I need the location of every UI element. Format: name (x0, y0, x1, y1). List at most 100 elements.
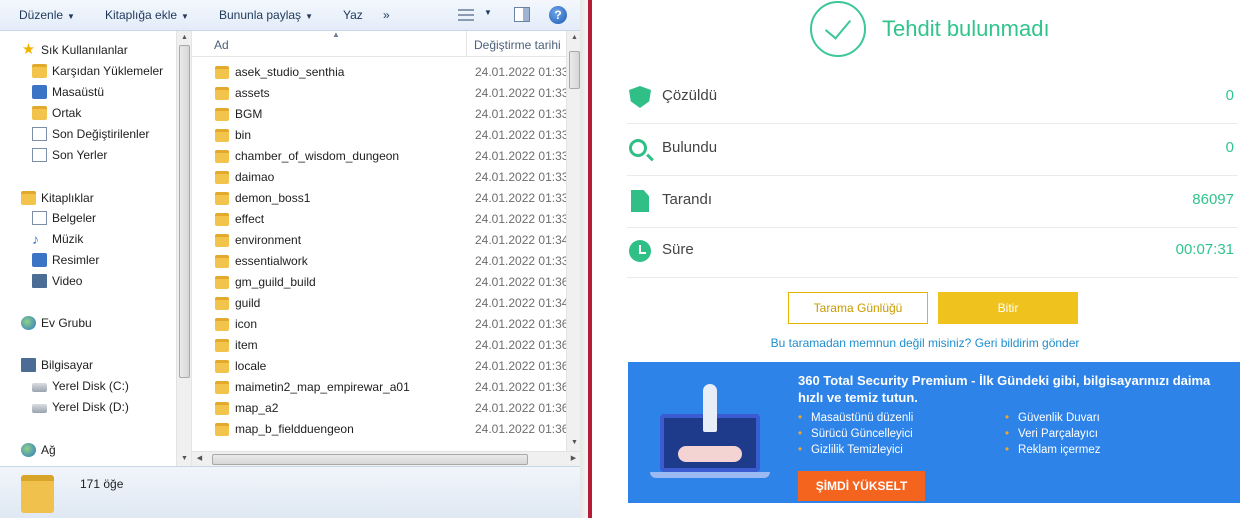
horizontal-scrollbar-thumb[interactable] (212, 454, 528, 465)
finish-button[interactable]: Bitir (938, 292, 1078, 324)
file-name: chamber_of_wisdom_dungeon (235, 149, 400, 163)
file-name: environment (235, 233, 302, 247)
folder-icon (215, 234, 229, 247)
folder-icon (215, 213, 229, 226)
promo-title: 360 Total Security Premium - İlk Gündeki… (798, 373, 1211, 405)
table-row[interactable]: environment 24.01.2022 01:34 (192, 230, 566, 251)
file-list-scrollbar[interactable]: ▲ ▼ (566, 31, 581, 451)
downloads-folder-icon (32, 64, 47, 78)
nav-item-label: Yerel Disk (D:) (52, 400, 129, 414)
nav-item-label: Video (52, 274, 83, 288)
libraries-icon (21, 191, 36, 205)
table-row[interactable]: daimao 24.01.2022 01:33 (192, 167, 566, 188)
document-icon (631, 190, 649, 212)
drive-icon (32, 404, 47, 413)
nav-scrollbar[interactable]: ▲ ▼ (176, 31, 191, 466)
scroll-right-icon[interactable]: ▶ (566, 452, 581, 466)
folder-icon (215, 276, 229, 289)
share-with-menu[interactable]: Bununla paylaş ▼ (219, 8, 313, 22)
file-name: locale (235, 359, 267, 373)
table-row[interactable]: gm_guild_build 24.01.2022 01:36 (192, 272, 566, 293)
organize-menu[interactable]: Düzenle ▼ (19, 8, 75, 22)
folder-icon (21, 475, 54, 513)
burn-button[interactable]: Yaz (343, 8, 363, 22)
file-date: 24.01.2022 01:36 (475, 338, 566, 352)
stat-value: 0 (1225, 139, 1234, 156)
table-row[interactable]: locale 24.01.2022 01:36 (192, 356, 566, 377)
table-row[interactable]: demon_boss1 24.01.2022 01:33 (192, 188, 566, 209)
status-bar: 171 öğe (0, 466, 580, 518)
table-row[interactable]: chamber_of_wisdom_dungeon 24.01.2022 01:3… (192, 146, 566, 167)
add-to-library-menu[interactable]: Kitaplığa ekle ▼ (105, 8, 189, 22)
nav-favorites-label: Sık Kullanılanlar (41, 43, 128, 57)
file-name: asek_studio_senthia (235, 65, 345, 79)
file-name: map_a2 (235, 401, 279, 415)
table-row[interactable]: guild 24.01.2022 01:34 (192, 293, 566, 314)
scroll-down-icon[interactable]: ▼ (177, 452, 192, 466)
promo-feature: Güvenlik Duvarı (1005, 412, 1100, 424)
upgrade-button[interactable]: ŞİMDİ YÜKSELT (798, 471, 925, 501)
stat-label: Süre (662, 241, 694, 258)
stat-value: 86097 (1192, 191, 1234, 208)
file-date: 24.01.2022 01:33 (475, 191, 566, 205)
scan-log-button[interactable]: Tarama Günlüğü (788, 292, 928, 324)
promo-feature: Masaüstünü düzenli (798, 412, 913, 424)
stat-row-found: Bulundu 0 (627, 124, 1238, 176)
rocket-laptop-illustration (650, 384, 780, 484)
folder-icon (215, 171, 229, 184)
table-row[interactable]: asek_studio_senthia 24.01.2022 01:33 (192, 62, 566, 83)
horizontal-scrollbar[interactable]: ◀ ▶ (192, 451, 581, 466)
table-row[interactable]: effect 24.01.2022 01:33 (192, 209, 566, 230)
file-date: 24.01.2022 01:33 (475, 65, 566, 79)
file-date: 24.01.2022 01:36 (475, 359, 566, 373)
feedback-link[interactable]: Bu taramadan memnun değil misiniz? Geri … (592, 336, 1258, 350)
desktop-icon (32, 85, 47, 99)
chevron-down-icon: ▼ (181, 12, 189, 21)
more-button[interactable]: » (383, 8, 390, 22)
scroll-up-icon[interactable]: ▲ (177, 31, 192, 45)
table-row[interactable]: BGM 24.01.2022 01:33 (192, 104, 566, 125)
file-list-scrollbar-thumb[interactable] (569, 51, 580, 89)
table-row[interactable]: assets 24.01.2022 01:33 (192, 83, 566, 104)
file-name: assets (235, 86, 270, 100)
explorer-window: Düzenle ▼ Kitaplığa ekle ▼ Bununla paylaş ▼… (0, 0, 581, 518)
table-row[interactable]: item 24.01.2022 01:36 (192, 335, 566, 356)
file-name: effect (235, 212, 265, 226)
column-name[interactable]: Ad (214, 38, 229, 52)
table-row[interactable]: map_a2 24.01.2022 01:36 (192, 398, 566, 419)
stat-row-scanned: Tarandı 86097 (627, 176, 1238, 228)
views-icon[interactable] (458, 8, 474, 22)
nav-scrollbar-thumb[interactable] (179, 45, 190, 378)
file-list-header: ▲ Ad Değiştirme tarihi (192, 30, 566, 57)
column-date[interactable]: Değiştirme tarihi (474, 38, 561, 52)
file-date: 24.01.2022 01:33 (475, 86, 566, 100)
stat-value: 0 (1225, 87, 1234, 104)
file-name: gm_guild_build (235, 275, 316, 289)
nav-item-label: Karşıdan Yüklemeler (52, 64, 164, 78)
nav-network-label: Ağ (41, 443, 56, 457)
table-row[interactable]: map_b_fieldduengeon 24.01.2022 01:36 (192, 419, 566, 440)
smoke-cloud (678, 446, 742, 462)
folder-icon (215, 339, 229, 352)
help-icon[interactable]: ? (549, 6, 567, 24)
network-icon (21, 443, 36, 457)
video-icon (32, 274, 47, 288)
file-date: 24.01.2022 01:36 (475, 401, 566, 415)
file-name: daimao (235, 170, 275, 184)
table-row[interactable]: icon 24.01.2022 01:36 (192, 314, 566, 335)
scroll-left-icon[interactable]: ◀ (192, 452, 207, 466)
documents-icon (32, 211, 47, 225)
preview-pane-icon[interactable] (514, 7, 530, 22)
table-row[interactable]: bin 24.01.2022 01:33 (192, 125, 566, 146)
table-row[interactable]: maimetin2_map_empirewar_a01 24.01.2022 01… (192, 377, 566, 398)
folder-icon (215, 66, 229, 79)
table-row[interactable]: essentialwork 24.01.2022 01:33 (192, 251, 566, 272)
chevron-down-icon[interactable]: ▼ (484, 8, 492, 17)
chevron-down-icon: ▼ (305, 12, 313, 21)
file-date: 24.01.2022 01:33 (475, 107, 566, 121)
star-icon: ★ (21, 41, 36, 58)
column-divider[interactable] (466, 31, 467, 57)
item-count: 171 öğe (80, 477, 124, 491)
file-date: 24.01.2022 01:36 (475, 422, 566, 436)
file-name: guild (235, 296, 261, 310)
